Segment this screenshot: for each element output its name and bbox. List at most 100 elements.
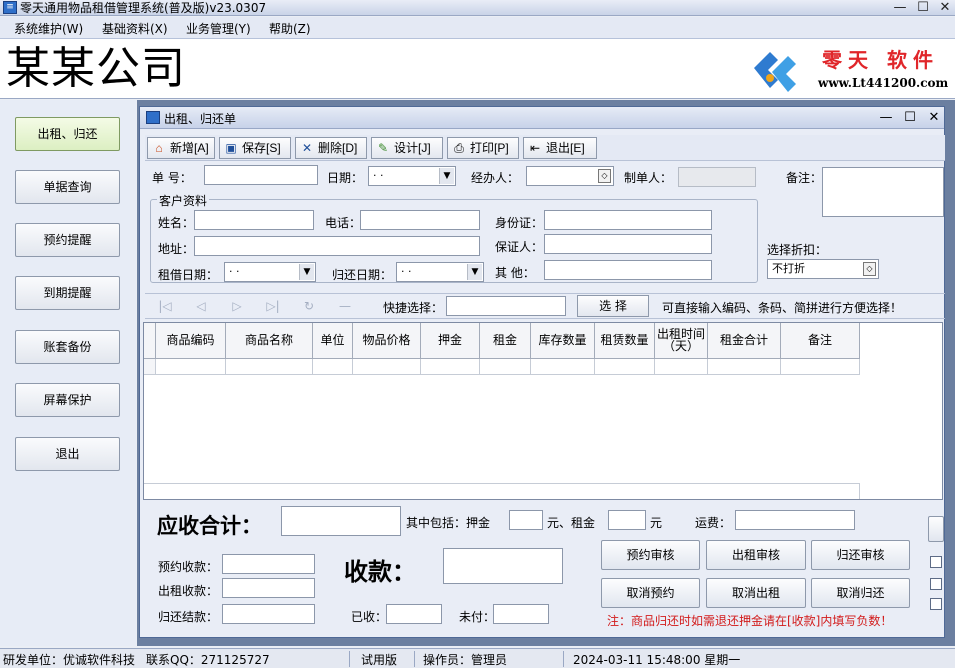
sidebar-doc-query[interactable]: 单据查询: [15, 170, 120, 204]
option-checkbox-1[interactable]: [930, 556, 942, 568]
child-minimize-button[interactable]: —: [876, 109, 896, 127]
rent-recv-input[interactable]: [222, 578, 315, 598]
grid-cell[interactable]: [226, 359, 313, 375]
save-icon: ▣: [225, 141, 237, 155]
rent-input[interactable]: [608, 510, 646, 530]
grid-cell[interactable]: [595, 359, 655, 375]
remark-input[interactable]: [822, 167, 944, 217]
col-item-code[interactable]: 商品编码: [156, 323, 226, 359]
add-icon: ⌂: [155, 141, 163, 155]
sidebar-backup[interactable]: 账套备份: [15, 330, 120, 364]
item-grid[interactable]: 商品编码 商品名称 单位 物品价格 押金 租金 库存数量 租赁数量 出租时间（天…: [143, 322, 943, 500]
menu-help[interactable]: 帮助(Z): [269, 20, 311, 37]
customer-group: 客户资料 姓名： 电话： 身份证： 地址： 保证人： 租借日期： · · ▼ 归…: [150, 192, 758, 283]
col-rent-total[interactable]: 租金合计: [708, 323, 781, 359]
delete-button[interactable]: ✕ 删除[D]: [295, 137, 367, 159]
col-deposit[interactable]: 押金: [421, 323, 480, 359]
total-input[interactable]: [281, 506, 401, 536]
rent-date-picker[interactable]: · · ▼: [224, 262, 316, 282]
quick-select-input[interactable]: [446, 296, 566, 316]
grid-cell[interactable]: [421, 359, 480, 375]
sidebar-screen-protect[interactable]: 屏幕保护: [15, 383, 120, 417]
col-price[interactable]: 物品价格: [353, 323, 421, 359]
return-settle-input[interactable]: [222, 604, 315, 624]
cancel-rent-button[interactable]: 取消出租: [706, 578, 806, 608]
other-input[interactable]: [544, 260, 712, 280]
return-audit-button[interactable]: 归还审核: [811, 540, 910, 570]
deposit-input[interactable]: [509, 510, 543, 530]
sidebar-exit[interactable]: 退出: [15, 437, 120, 471]
next-record-icon[interactable]: ▷: [229, 299, 245, 313]
add-button[interactable]: ⌂ 新增[A]: [147, 137, 215, 159]
minimize-button[interactable]: —: [890, 0, 910, 16]
grid-cell[interactable]: [708, 359, 781, 375]
reserve-audit-button[interactable]: 预约审核: [601, 540, 700, 570]
date-picker[interactable]: · · ▼: [368, 166, 456, 186]
child-close-button[interactable]: ✕: [924, 109, 944, 127]
sidebar-due-remind[interactable]: 到期提醒: [15, 276, 120, 310]
unpaid-input[interactable]: [493, 604, 549, 624]
col-rent[interactable]: 租金: [480, 323, 531, 359]
grid-cell[interactable]: [781, 359, 860, 375]
company-name: 某某公司: [6, 43, 186, 94]
guarantor-label: 保证人：: [495, 240, 544, 254]
sidebar-rent-return[interactable]: 出租、归还: [15, 117, 120, 151]
reserve-recv-input[interactable]: [222, 554, 315, 574]
child-maximize-button[interactable]: ☐: [900, 109, 920, 127]
title-bar: ≡ 零天通用物品租借管理系统(普及版)v23.0307 — ☐ ✕: [0, 0, 955, 16]
grid-cell[interactable]: [156, 359, 226, 375]
collect-input[interactable]: [443, 548, 563, 584]
maximize-button[interactable]: ☐: [913, 0, 933, 16]
grid-cell[interactable]: [655, 359, 708, 375]
menu-business[interactable]: 业务管理(Y): [186, 20, 251, 37]
save-button[interactable]: ▣ 保存[S]: [219, 137, 291, 159]
col-item-name[interactable]: 商品名称: [226, 323, 313, 359]
first-record-icon[interactable]: |◁: [157, 299, 173, 313]
col-rent-qty[interactable]: 租赁数量: [595, 323, 655, 359]
grid-cell[interactable]: [353, 359, 421, 375]
rent-audit-button[interactable]: 出租审核: [706, 540, 806, 570]
grid-cell[interactable]: [480, 359, 531, 375]
last-record-icon[interactable]: ▷|: [265, 299, 281, 313]
chevron-down-icon: ▼: [299, 264, 314, 280]
grid-cell[interactable]: [531, 359, 595, 375]
freight-input[interactable]: [735, 510, 855, 530]
option-checkbox-2[interactable]: [930, 578, 942, 590]
option-checkbox-3[interactable]: [930, 598, 942, 610]
sidebar-reserve-remind[interactable]: 预约提醒: [15, 223, 120, 257]
row-header-corner: [144, 323, 156, 359]
prev-record-icon[interactable]: ◁: [193, 299, 209, 313]
handler-combo[interactable]: ◇: [526, 166, 614, 186]
print-button[interactable]: ⎙ 打印[P]: [447, 137, 519, 159]
status-edition: 试用版: [361, 653, 398, 667]
grid-cell[interactable]: [313, 359, 353, 375]
nav-bar: |◁ ◁ ▷ ▷| ↻ — 快捷选择： 选 择 可直接输入编码、条码、简拼进行方…: [145, 293, 945, 319]
select-button[interactable]: 选 择: [577, 295, 649, 317]
minus-icon[interactable]: —: [337, 299, 353, 313]
return-date-picker[interactable]: · · ▼: [396, 262, 484, 282]
name-input[interactable]: [194, 210, 314, 230]
exit-button[interactable]: ⇤ 退出[E]: [523, 137, 597, 159]
cancel-return-button[interactable]: 取消归还: [811, 578, 910, 608]
cancel-reserve-button[interactable]: 取消预约: [601, 578, 700, 608]
col-stock-qty[interactable]: 库存数量: [531, 323, 595, 359]
chevron-down-icon: ▼: [439, 168, 454, 184]
received-input[interactable]: [386, 604, 442, 624]
discount-select[interactable]: 不打折 ◇: [767, 259, 879, 279]
refresh-icon[interactable]: ↻: [301, 299, 317, 313]
doc-no-input[interactable]: [204, 165, 318, 185]
address-input[interactable]: [194, 236, 480, 256]
menu-system[interactable]: 系统维护(W): [14, 20, 83, 37]
side-button[interactable]: [928, 516, 944, 542]
idcard-input[interactable]: [544, 210, 712, 230]
guarantor-input[interactable]: [544, 234, 712, 254]
col-unit[interactable]: 单位: [313, 323, 353, 359]
close-button[interactable]: ✕: [935, 0, 955, 16]
design-button[interactable]: ✎ 设计[J]: [371, 137, 443, 159]
col-remark[interactable]: 备注: [781, 323, 860, 359]
menu-basic-data[interactable]: 基础资料(X): [102, 20, 168, 37]
date-label: 日期：: [327, 171, 364, 185]
col-rent-days[interactable]: 出租时间（天）: [655, 323, 708, 359]
row-header: [144, 359, 156, 375]
phone-input[interactable]: [360, 210, 480, 230]
